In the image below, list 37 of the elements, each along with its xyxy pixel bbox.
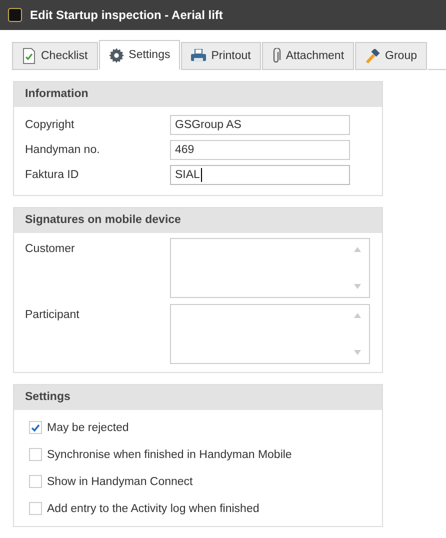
signature-field[interactable] [170,304,370,364]
field-label: Participant [25,308,80,321]
field-label: Customer [25,242,76,255]
checkbox-label: May be rejected [47,422,129,434]
text-field[interactable]: SIAL [170,164,350,184]
field-label: Copyright [25,118,76,130]
tab[interactable]: Group [355,42,427,70]
scroll-down-icon[interactable] [354,284,361,289]
settings-icon [108,48,124,62]
scroll-up-icon[interactable] [354,247,361,252]
text-field[interactable]: 469 [170,140,350,160]
checkbox[interactable] [29,475,42,488]
tab[interactable]: Settings [98,40,180,70]
checkbox-label: Add entry to the Activity log when finished [47,502,260,514]
tab[interactable]: Printout [181,42,261,70]
scroll-down-icon[interactable] [354,350,361,355]
field-label: Faktura ID [25,168,80,180]
scroll-up-icon[interactable] [354,313,361,318]
section-header: Signatures on mobile device [14,208,382,233]
checkbox-label: Show in Handyman Connect [47,476,193,488]
hammer-icon [365,48,380,64]
tab[interactable]: Attachment [262,42,354,70]
field-label: Handyman no. [25,144,101,156]
printer-icon [191,49,206,63]
section-header: Settings [14,385,382,410]
text-field[interactable]: GSGroup AS [170,114,350,134]
checkbox[interactable] [29,421,42,434]
checkbox-label: Synchronise when finished in Handyman Mobile [47,448,292,460]
document-check-icon [22,48,36,64]
paperclip-icon [272,48,281,64]
window-title: Edit Startup inspection - Aerial lift [30,8,223,22]
tab[interactable]: Checklist [12,42,98,70]
checkbox[interactable] [29,448,42,461]
app-icon [8,8,22,22]
section-header: Information [14,82,382,107]
signature-field[interactable] [170,238,370,298]
checkbox[interactable] [29,502,42,515]
